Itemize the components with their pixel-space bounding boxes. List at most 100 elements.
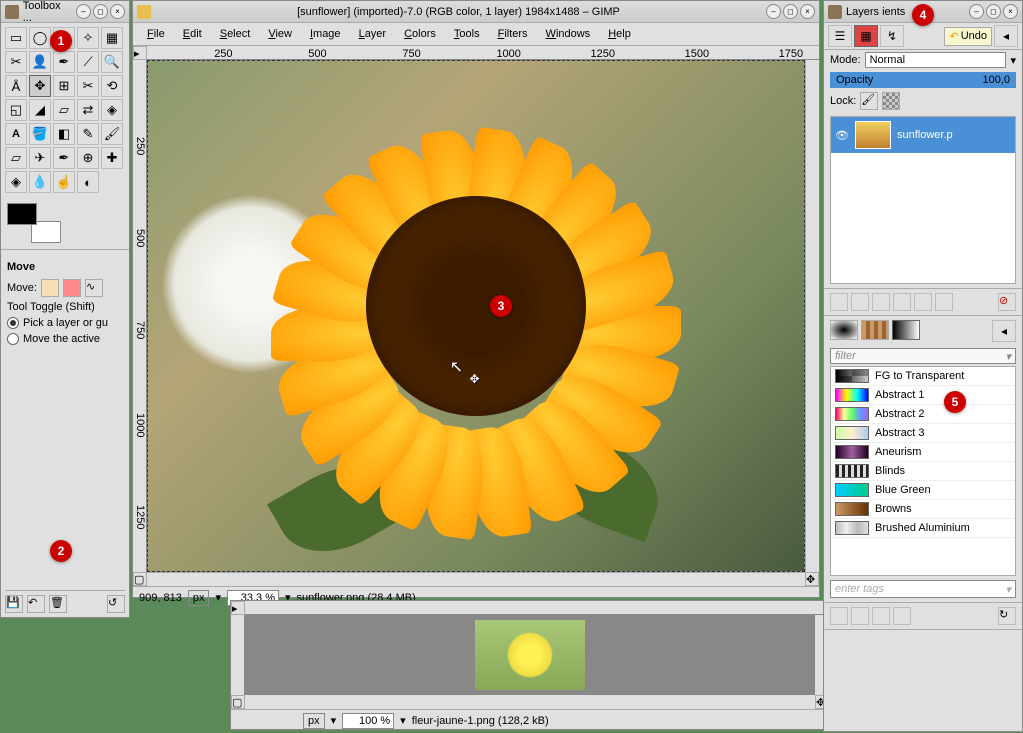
tags-input[interactable]: enter tags ▾: [830, 580, 1016, 598]
blur-tool[interactable]: 💧: [29, 171, 51, 193]
refresh-gradient-icon[interactable]: ↻: [998, 607, 1016, 625]
qmask-icon[interactable]: ▢: [231, 695, 245, 709]
gradient-item[interactable]: Abstract 2: [831, 405, 1015, 424]
cage-tool[interactable]: ◈: [101, 99, 123, 121]
maximize-icon[interactable]: ◻: [93, 4, 108, 19]
gradient-item[interactable]: Brushed Aluminium: [831, 519, 1015, 538]
text-tool[interactable]: A: [5, 123, 27, 145]
layers-tab-icon[interactable]: ☰: [828, 25, 852, 47]
menu-help[interactable]: Help: [600, 26, 639, 42]
toolbox-titlebar[interactable]: Toolbox ... – ◻ ×: [1, 1, 129, 23]
maximize-icon[interactable]: ◻: [783, 4, 798, 19]
layer-row[interactable]: 👁 sunflower.p: [831, 117, 1015, 153]
menu-windows[interactable]: Windows: [538, 26, 599, 42]
gradient-item[interactable]: Aneurism: [831, 443, 1015, 462]
move-tool[interactable]: ✥: [29, 75, 51, 97]
delete-gradient-icon[interactable]: [893, 607, 911, 625]
eraser-tool[interactable]: ▱: [5, 147, 27, 169]
fg-color-swatch[interactable]: [7, 203, 37, 225]
pencil-tool[interactable]: ✎: [77, 123, 99, 145]
scrollbar-vertical[interactable]: [805, 60, 819, 572]
ruler-horizontal[interactable]: [245, 601, 829, 615]
foreground-tool[interactable]: 👤: [29, 51, 51, 73]
patterns-tab-icon[interactable]: [861, 320, 889, 340]
gradient-item[interactable]: Blue Green: [831, 481, 1015, 500]
perspective-tool[interactable]: ▱: [53, 99, 75, 121]
close-icon[interactable]: ×: [110, 4, 125, 19]
gradient-item[interactable]: Abstract 1: [831, 386, 1015, 405]
new-layer-icon[interactable]: [830, 293, 848, 311]
layer-name[interactable]: sunflower.p: [897, 129, 953, 141]
eye-icon[interactable]: 👁: [835, 129, 849, 142]
close-icon[interactable]: ×: [1003, 4, 1018, 19]
unit-select[interactable]: px: [188, 590, 210, 606]
gradient-filter[interactable]: filter ▾: [830, 348, 1016, 364]
reset-options-icon[interactable]: ↺: [107, 595, 125, 613]
paths-tool[interactable]: ✒: [53, 51, 75, 73]
scrollbar-horizontal[interactable]: [147, 572, 805, 586]
nav-icon[interactable]: ✥: [805, 572, 819, 586]
measure-tool[interactable]: Å: [5, 75, 27, 97]
paths-tab-icon[interactable]: ↯: [880, 25, 904, 47]
duplicate-gradient-icon[interactable]: [872, 607, 890, 625]
raise-layer-icon[interactable]: [851, 293, 869, 311]
anchor-layer-icon[interactable]: [935, 293, 953, 311]
qmask-icon[interactable]: ▢: [133, 572, 147, 586]
bucket-tool[interactable]: 🪣: [29, 123, 51, 145]
perspective-clone-tool[interactable]: ◈: [5, 171, 27, 193]
unit-select[interactable]: px: [303, 713, 325, 729]
lock-pixels-icon[interactable]: 🖌: [860, 92, 878, 110]
minimize-icon[interactable]: –: [76, 4, 91, 19]
radio-move-active[interactable]: Move the active: [1, 331, 129, 347]
up-icon[interactable]: [872, 293, 890, 311]
move-path-icon[interactable]: ∿: [85, 279, 103, 297]
shear-tool[interactable]: ◢: [29, 99, 51, 121]
gradients-tab-icon[interactable]: [892, 320, 920, 340]
restore-options-icon[interactable]: ↶: [27, 595, 45, 613]
dodge-tool[interactable]: ◐: [77, 171, 99, 193]
menu-image[interactable]: Image: [302, 26, 349, 42]
heal-tool[interactable]: ✚: [101, 147, 123, 169]
image-titlebar[interactable]: [sunflower] (imported)-7.0 (RGB color, 1…: [133, 1, 819, 23]
ruler-vertical[interactable]: 250 500 750 1000 1250: [133, 60, 147, 572]
ruler-corner[interactable]: ▸: [231, 601, 245, 615]
ruler-horizontal[interactable]: 250 500 750 1000 1250 1500 1750: [147, 46, 819, 60]
undo-button[interactable]: ↶Undo: [944, 27, 992, 46]
second-canvas[interactable]: [245, 615, 815, 695]
gradient-item[interactable]: Abstract 3: [831, 424, 1015, 443]
tab-menu-icon[interactable]: ◂: [994, 25, 1018, 47]
wand-tool[interactable]: ✧: [77, 27, 99, 49]
clone-tool[interactable]: ⊕: [77, 147, 99, 169]
menu-file[interactable]: File: [139, 26, 173, 42]
by-color-tool[interactable]: ▦: [101, 27, 123, 49]
menu-filters[interactable]: Filters: [490, 26, 536, 42]
delete-options-icon[interactable]: 🗑: [49, 595, 67, 613]
fg-bg-colors[interactable]: [7, 203, 61, 243]
menu-layer[interactable]: Layer: [351, 26, 395, 42]
smudge-tool[interactable]: ☝: [53, 171, 75, 193]
duplicate-layer-icon[interactable]: [914, 293, 932, 311]
move-selection-icon[interactable]: [63, 279, 81, 297]
delete-layer-icon[interactable]: ⊘: [998, 293, 1016, 311]
dropdown-icon[interactable]: ▾: [1010, 54, 1016, 67]
brush-tool[interactable]: 🖌: [101, 123, 123, 145]
align-tool[interactable]: ⊞: [53, 75, 75, 97]
ink-tool[interactable]: ✒: [53, 147, 75, 169]
ruler-corner[interactable]: ▸: [133, 46, 147, 60]
radio-pick-layer[interactable]: Pick a layer or gu: [1, 315, 129, 331]
down-icon[interactable]: [893, 293, 911, 311]
ellipse-select-tool[interactable]: ◯: [29, 27, 51, 49]
unit-dropdown-icon[interactable]: ▾: [331, 714, 337, 727]
maximize-icon[interactable]: ◻: [986, 4, 1001, 19]
layer-list[interactable]: 👁 sunflower.p: [830, 116, 1016, 284]
lock-alpha-icon[interactable]: [882, 92, 900, 110]
airbrush-tool[interactable]: ✈: [29, 147, 51, 169]
scissors-tool[interactable]: ✂: [5, 51, 27, 73]
gradient-item[interactable]: Browns: [831, 500, 1015, 519]
channels-tab-icon[interactable]: ▦: [854, 25, 878, 47]
menu-colors[interactable]: Colors: [396, 26, 444, 42]
move-layer-icon[interactable]: [41, 279, 59, 297]
edit-gradient-icon[interactable]: [830, 607, 848, 625]
mode-select[interactable]: Normal: [865, 52, 1007, 68]
zoom-dropdown-icon[interactable]: ▾: [400, 714, 406, 727]
